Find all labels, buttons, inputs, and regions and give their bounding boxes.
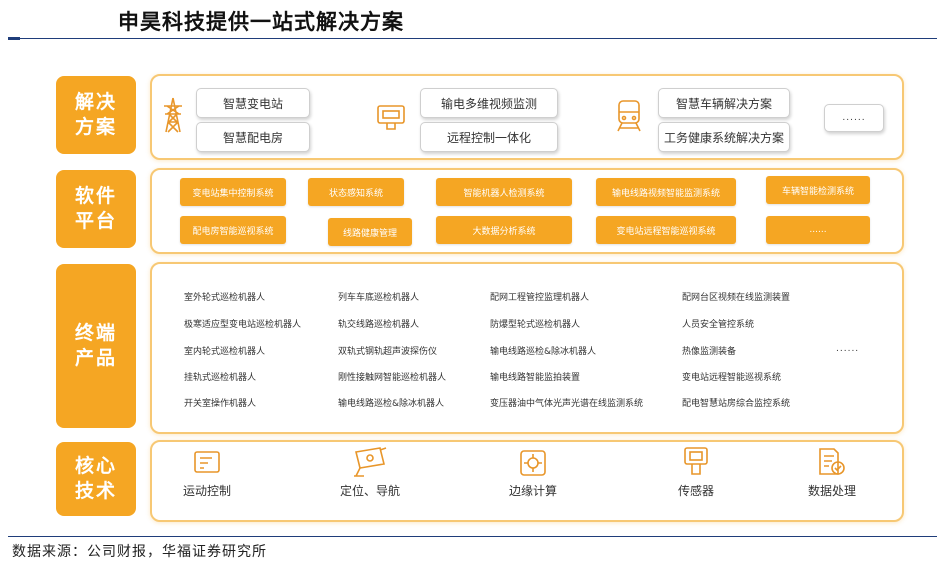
software-robot-detection: 智能机器人检测系统 xyxy=(436,178,572,206)
row-label-terminal-line1: 终端 xyxy=(74,322,117,344)
row-label-software: 软件 平台 xyxy=(56,170,136,248)
top-rule-accent xyxy=(8,37,20,40)
motion-control-icon xyxy=(194,451,220,473)
solution-smart-vehicle: 智慧车辆解决方案 xyxy=(658,88,790,118)
terminal-item: 防爆型轮式巡检机器人 xyxy=(490,320,581,330)
sensor-icon xyxy=(684,447,708,475)
tech-positioning-navigation: 定位、导航 xyxy=(339,484,400,498)
solution-track-health-system: 工务健康系统解决方案 xyxy=(658,122,790,152)
top-rule xyxy=(8,38,937,39)
tech-sensor: 传感器 xyxy=(677,484,714,498)
row-label-tech-line2: 技术 xyxy=(74,480,117,502)
solutions-panel: 智慧变电站 智慧配电房 输电多维视频监测 远程控制一体化 智慧车辆解决方案 工务… xyxy=(150,74,904,160)
solution-transmission-video-monitoring: 输电多维视频监测 xyxy=(420,88,558,118)
terminal-item: 变压器油中气体光声光谱在线监测系统 xyxy=(490,399,644,409)
terminal-item: 配电智慧站房综合监控系统 xyxy=(682,399,791,409)
train-vehicle-icon xyxy=(617,100,641,132)
camera-navigation-icon xyxy=(354,447,387,477)
solution-more: ...... xyxy=(824,104,884,132)
software-state-sensing: 状态感知系统 xyxy=(308,178,404,206)
software-substation-control: 变电站集中控制系统 xyxy=(180,178,286,206)
bottom-rule xyxy=(8,536,937,537)
tech-edge-computing: 边缘计算 xyxy=(508,484,557,498)
tech-data-processing: 数据处理 xyxy=(807,484,856,498)
terminal-item: 输电线路智能监拍装置 xyxy=(490,373,581,383)
edge-computing-icon xyxy=(520,450,546,476)
software-substation-remote-inspection: 变电站远程智能巡视系统 xyxy=(596,216,736,244)
terminal-item: 刚性接触网智能巡检机器人 xyxy=(338,373,447,383)
terminal-item: 配网工程管控监理机器人 xyxy=(490,293,590,303)
terminal-item: 输电线路巡检&除冰机器人 xyxy=(490,347,597,357)
terminal-item: 室内轮式巡检机器人 xyxy=(184,347,266,357)
tech-motion-control: 运动控制 xyxy=(182,484,231,498)
terminal-more: ...... xyxy=(836,344,860,354)
terminal-panel: 室外轮式巡检机器人 极寒适应型变电站巡检机器人 室内轮式巡检机器人 挂轨式巡检机… xyxy=(150,262,904,434)
terminal-item: 室外轮式巡检机器人 xyxy=(184,293,266,303)
software-more: ...... xyxy=(766,216,870,244)
terminal-item: 人员安全管控系统 xyxy=(682,320,755,330)
tech-panel: 运动控制 定位、导航 边缘计算 传感器 数据处理 xyxy=(150,440,904,522)
row-label-software-line2: 平台 xyxy=(74,210,117,232)
solution-smart-substation: 智慧变电站 xyxy=(196,88,310,118)
row-label-terminal-line2: 产品 xyxy=(74,347,117,369)
video-monitor-icon xyxy=(377,105,405,130)
terminal-item: 双轨式钢轨超声波探伤仪 xyxy=(338,347,438,357)
terminal-item: 输电线路巡检&除冰机器人 xyxy=(338,399,445,409)
software-distribution-room-inspection: 配电房智能巡视系统 xyxy=(180,216,286,244)
terminal-item: 挂轨式巡检机器人 xyxy=(184,373,257,383)
terminal-item: 配网台区视频在线监测装置 xyxy=(682,293,791,303)
data-processing-icon xyxy=(819,448,845,475)
terminal-item: 轨交线路巡检机器人 xyxy=(338,320,420,330)
software-vehicle-detection: 车辆智能检测系统 xyxy=(766,176,870,204)
row-label-tech: 核心 技术 xyxy=(56,442,136,516)
row-label-solutions-line2: 方案 xyxy=(74,116,117,138)
power-tower-icon xyxy=(164,97,182,133)
terminal-item: 变电站远程智能巡视系统 xyxy=(682,373,782,383)
software-line-health: 线路健康管理 xyxy=(328,218,412,246)
terminal-item: 列车车底巡检机器人 xyxy=(338,293,420,303)
solution-smart-distribution-room: 智慧配电房 xyxy=(196,122,310,152)
software-line-video-monitoring: 输电线路视频智能监测系统 xyxy=(596,178,736,206)
software-panel: 变电站集中控制系统 状态感知系统 智能机器人检测系统 输电线路视频智能监测系统 … xyxy=(150,168,904,254)
terminal-item: 开关室操作机器人 xyxy=(184,399,257,409)
software-big-data: 大数据分析系统 xyxy=(436,216,572,244)
row-label-solutions-line1: 解决 xyxy=(74,91,117,113)
terminal-item: 极寒适应型变电站巡检机器人 xyxy=(184,320,302,330)
row-label-terminal: 终端 产品 xyxy=(56,264,136,428)
row-label-software-line1: 软件 xyxy=(74,185,117,207)
terminal-item: 热像监测装备 xyxy=(682,347,737,357)
page-title: 申昊科技提供一站式解决方案 xyxy=(118,9,404,34)
row-label-solutions: 解决 方案 xyxy=(56,76,136,154)
row-label-tech-line1: 核心 xyxy=(74,455,117,477)
source-note: 数据来源：公司财报，华福证券研究所 xyxy=(12,544,267,560)
solution-remote-control-integration: 远程控制一体化 xyxy=(420,122,558,152)
